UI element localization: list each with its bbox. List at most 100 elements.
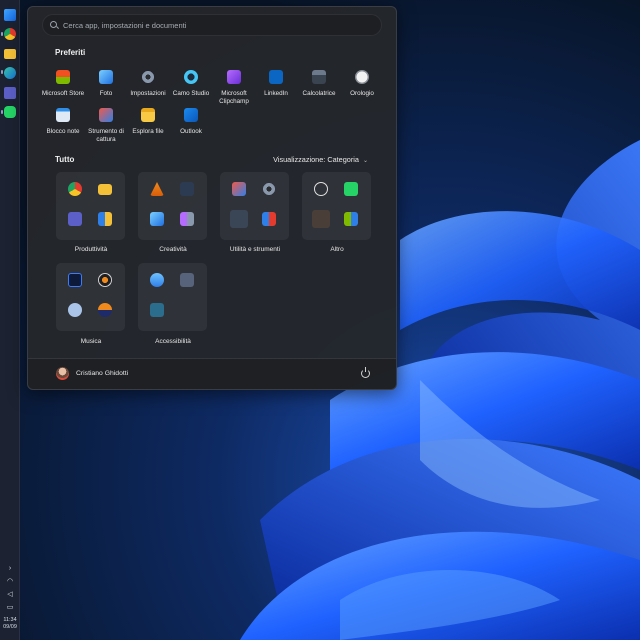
settings-gear-icon xyxy=(141,70,155,84)
audition-icon xyxy=(68,273,82,287)
chevron-up-icon[interactable]: › xyxy=(0,565,20,573)
chrome-icon xyxy=(68,182,82,196)
clock-icon xyxy=(355,70,369,84)
category-label: Musica xyxy=(80,338,102,345)
music-app-icon xyxy=(68,303,82,317)
running-indicator xyxy=(1,110,3,114)
chatgpt-icon xyxy=(314,182,328,196)
category-label: Altro xyxy=(330,246,344,253)
power-icon[interactable] xyxy=(361,367,370,378)
category-folder-utilita[interactable] xyxy=(220,172,289,240)
pinned-foto[interactable]: Foto xyxy=(84,70,128,98)
search-icon xyxy=(50,21,57,28)
category-folder-musica[interactable] xyxy=(56,263,125,331)
media-player-icon xyxy=(98,273,112,287)
battery-icon[interactable]: ▭ xyxy=(0,604,20,612)
view-mode-dropdown[interactable]: Visualizzazione: Categoria ⌄ xyxy=(273,155,368,164)
category-label: Utilità e strumenti xyxy=(229,246,281,253)
view-mode-label: Visualizzazione: Categoria xyxy=(273,155,359,164)
app-group-icon xyxy=(98,212,112,226)
all-apps-title: Tutto xyxy=(55,155,75,164)
outlook-icon xyxy=(184,108,198,122)
pinned-label: LinkedIn xyxy=(264,90,288,97)
category-folder-creativita[interactable] xyxy=(138,172,207,240)
pinned-clipchamp[interactable]: Microsoft Clipchamp xyxy=(212,70,256,105)
start-menu: Preferiti Microsoft Store Foto Impostazi… xyxy=(27,6,397,390)
whatsapp-icon xyxy=(344,182,358,196)
photos-icon xyxy=(99,70,113,84)
pinned-label: Outlook xyxy=(180,128,202,135)
camo-icon xyxy=(184,70,198,84)
music-app-icon xyxy=(98,303,112,317)
clock-time: 11:34 xyxy=(3,617,17,623)
edge-icon[interactable] xyxy=(4,67,16,79)
category-folder-produttivita[interactable] xyxy=(56,172,125,240)
pinned-label: Camo Studio xyxy=(172,90,210,97)
category-folder-accessibilita[interactable] xyxy=(138,263,207,331)
linkedin-icon xyxy=(269,70,283,84)
teams-icon xyxy=(68,212,82,226)
search-box[interactable] xyxy=(42,14,382,36)
vlc-icon xyxy=(150,182,164,196)
whatsapp-icon[interactable] xyxy=(4,106,16,118)
pinned-label: Orologio xyxy=(350,90,374,97)
clock-date: 09/09 xyxy=(3,624,17,630)
pinned-label: Esplora file xyxy=(132,128,164,135)
taskbar: › ◠ ◁ ▭ 11:34 09/09 xyxy=(0,0,20,640)
pinned-microsoft-store[interactable]: Microsoft Store xyxy=(41,70,85,98)
microsoft-store-icon xyxy=(56,70,70,84)
user-name[interactable]: Cristiano Ghidotti xyxy=(76,370,128,377)
pinned-label: Microsoft Clipchamp xyxy=(219,90,249,105)
app-group-icon xyxy=(344,212,358,226)
photos-icon xyxy=(150,212,164,226)
pinned-label: Impostazioni xyxy=(130,90,166,97)
file-explorer-icon xyxy=(141,108,155,122)
pinned-label: Foto xyxy=(99,90,113,97)
app-blurred-icon xyxy=(230,210,248,228)
pinned-label: Microsoft Store xyxy=(41,90,85,97)
narrator-icon xyxy=(180,273,194,287)
pinned-strumento-cattura[interactable]: Strumento di cattura xyxy=(84,108,128,143)
file-explorer-icon[interactable] xyxy=(4,49,16,59)
pinned-blocco-note[interactable]: Blocco note xyxy=(41,108,85,136)
chevron-down-icon: ⌄ xyxy=(362,158,368,164)
pinned-camo-studio[interactable]: Camo Studio xyxy=(169,70,213,98)
pinned-orologio[interactable]: Orologio xyxy=(340,70,384,98)
volume-icon[interactable]: ◁ xyxy=(0,591,20,599)
file-explorer-icon xyxy=(98,184,112,195)
category-label: Accessibilità xyxy=(155,338,191,345)
settings-gear-icon xyxy=(262,182,276,196)
start-footer: Cristiano Ghidotti xyxy=(28,358,396,389)
magnifier-icon xyxy=(150,303,164,317)
pinned-label: Blocco note xyxy=(46,128,80,135)
pinned-linkedin[interactable]: LinkedIn xyxy=(254,70,298,98)
user-avatar[interactable] xyxy=(56,367,69,380)
pinned-label: Strumento di cattura xyxy=(88,128,124,143)
app-group-icon xyxy=(180,212,194,226)
search-input[interactable] xyxy=(63,15,363,35)
category-folder-altro[interactable] xyxy=(302,172,371,240)
clipchamp-icon xyxy=(227,70,241,84)
running-indicator xyxy=(1,32,3,36)
pinned-section-title: Preferiti xyxy=(55,48,86,57)
calculator-icon xyxy=(312,70,326,84)
pinned-outlook[interactable]: Outlook xyxy=(169,108,213,136)
wifi-icon[interactable]: ◠ xyxy=(0,578,20,586)
snipping-tool-icon xyxy=(232,182,246,196)
notepad-icon xyxy=(56,108,70,122)
running-indicator xyxy=(1,70,3,74)
pinned-esplora-file[interactable]: Esplora file xyxy=(126,108,170,136)
app-blurred-icon xyxy=(312,210,330,228)
pinned-label: Calcolatrice xyxy=(302,90,336,97)
snipping-tool-icon xyxy=(99,108,113,122)
voice-access-icon xyxy=(150,273,164,287)
taskbar-clock[interactable]: 11:34 09/09 xyxy=(0,617,20,631)
teams-icon[interactable] xyxy=(4,87,16,99)
category-label: Produttività xyxy=(74,246,108,253)
pinned-impostazioni[interactable]: Impostazioni xyxy=(126,70,170,98)
chrome-icon[interactable] xyxy=(4,28,16,40)
app-dark-icon xyxy=(180,182,194,196)
pinned-calcolatrice[interactable]: Calcolatrice xyxy=(297,70,341,98)
start-windows-icon[interactable] xyxy=(4,9,16,21)
app-group-icon xyxy=(262,212,276,226)
